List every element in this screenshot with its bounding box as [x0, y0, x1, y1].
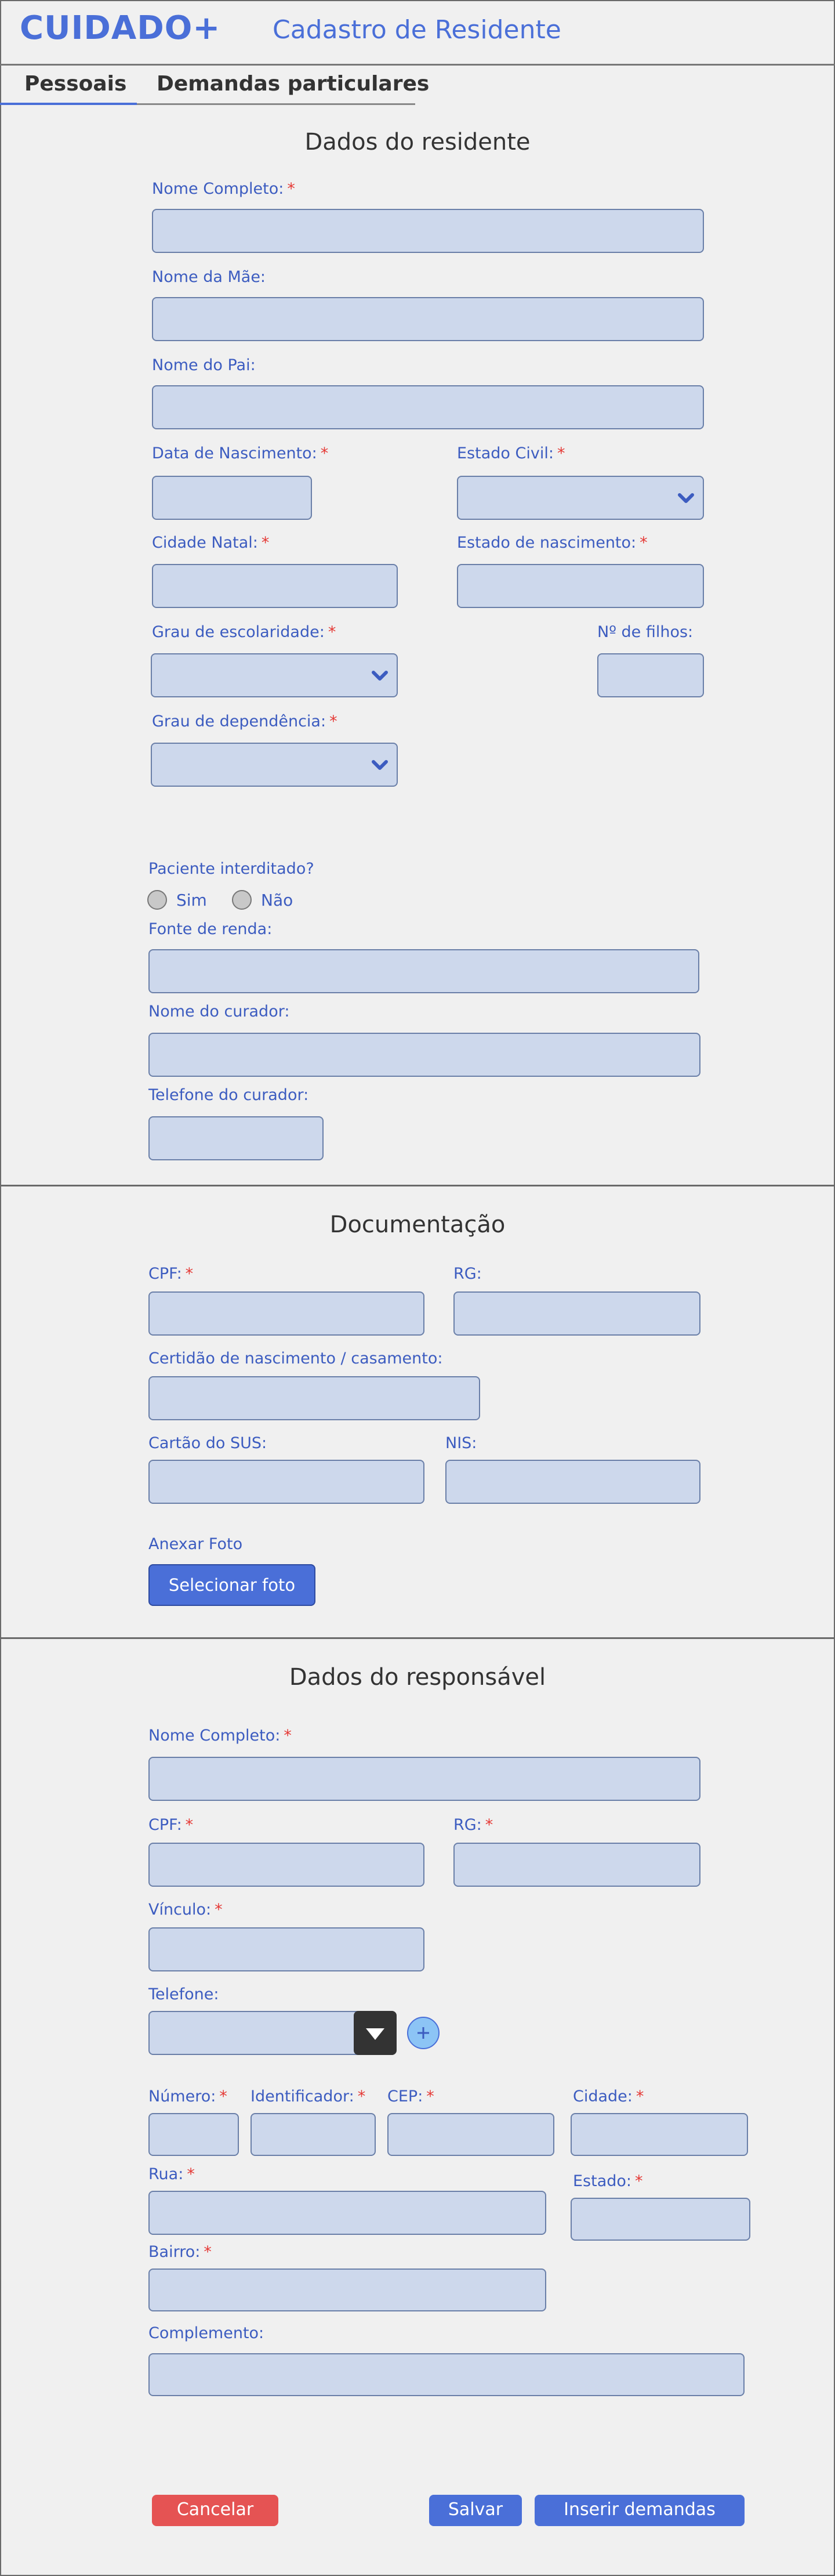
label-cep: CEP: * — [387, 2087, 434, 2105]
label-rua: Rua: * — [148, 2165, 195, 2183]
app-logo: CUIDADO+ — [20, 9, 221, 47]
nis-input[interactable] — [445, 1460, 700, 1504]
label-fonte-renda: Fonte de renda: — [148, 920, 273, 938]
chevron-down-icon — [372, 760, 388, 770]
chevron-down-icon — [372, 671, 388, 681]
grau-escolaridade-select[interactable] — [151, 653, 398, 697]
label-nome-completo: Nome Completo: * — [152, 180, 295, 198]
label-certidao: Certidão de nascimento / casamento: — [148, 1349, 443, 1367]
label-nome-pai: Nome do Pai: — [152, 356, 256, 374]
radio-sim-label: Sim — [176, 891, 207, 910]
grau-dependencia-select[interactable] — [151, 743, 398, 787]
label-telefone: Telefone: — [148, 1985, 219, 2003]
save-button[interactable]: Salvar — [429, 2495, 522, 2526]
header-divider — [0, 64, 835, 66]
cidade-natal-input[interactable] — [152, 564, 398, 608]
label-vinculo: Vínculo: * — [148, 1901, 223, 1919]
nome-mae-input[interactable] — [152, 297, 704, 341]
rg-input[interactable] — [453, 1291, 700, 1336]
chevron-down-icon — [678, 493, 694, 503]
telefone-curador-input[interactable] — [148, 1116, 324, 1160]
label-cidade-natal: Cidade Natal: * — [152, 534, 270, 552]
cpf-input[interactable] — [148, 1291, 424, 1336]
bairro-input[interactable] — [148, 2269, 546, 2311]
label-numero: Número: * — [148, 2087, 227, 2105]
cidade-input[interactable] — [571, 2113, 748, 2156]
label-paciente-interditado: Paciente interditado? — [148, 860, 314, 878]
label-cartao-sus: Cartão do SUS: — [148, 1434, 267, 1452]
tab-pessoais[interactable]: Pessoais — [24, 72, 126, 96]
certidao-input[interactable] — [148, 1376, 480, 1420]
label-estado: Estado: * — [573, 2172, 643, 2190]
estado-civil-select[interactable] — [457, 476, 704, 520]
label-cpf: CPF: * — [148, 1265, 194, 1283]
label-estado-nascimento: Estado de nascimento: * — [457, 534, 648, 552]
nome-completo-input[interactable] — [152, 209, 704, 253]
label-telefone-curador: Telefone do curador: — [148, 1086, 309, 1104]
page-title: Cadastro de Residente — [273, 15, 561, 45]
section-title-residente: Dados do residente — [304, 129, 531, 155]
label-nome-curador: Nome do curador: — [148, 1003, 290, 1021]
label-estado-civil: Estado Civil: * — [457, 444, 565, 462]
identificador-input[interactable] — [251, 2113, 376, 2156]
vinculo-input[interactable] — [148, 1927, 424, 1971]
caret-down-icon — [366, 2028, 384, 2040]
label-complemento: Complemento: — [148, 2324, 264, 2342]
numero-input[interactable] — [148, 2113, 239, 2156]
label-resp-cpf: CPF: * — [148, 1816, 194, 1834]
radio-nao-label: Não — [261, 891, 293, 910]
num-filhos-input[interactable] — [597, 653, 704, 697]
cancel-button[interactable]: Cancelar — [152, 2495, 278, 2526]
estado-input[interactable] — [571, 2198, 750, 2241]
label-resp-nome-completo: Nome Completo: * — [148, 1727, 292, 1745]
estado-nascimento-input[interactable] — [457, 564, 704, 608]
resp-nome-completo-input[interactable] — [148, 1757, 700, 1801]
label-anexar-foto: Anexar Foto — [148, 1535, 243, 1553]
radio-sim[interactable] — [147, 890, 167, 910]
selecionar-foto-button[interactable]: Selecionar foto — [148, 1564, 315, 1606]
section-divider — [0, 1185, 835, 1186]
insert-demands-button[interactable]: Inserir demandas — [535, 2495, 745, 2526]
plus-icon — [418, 2027, 429, 2039]
label-nis: NIS: — [445, 1434, 477, 1452]
data-nascimento-input[interactable] — [152, 476, 312, 520]
section-divider — [0, 1637, 835, 1639]
cep-input[interactable] — [387, 2113, 554, 2156]
section-title-responsavel: Dados do responsável — [289, 1664, 546, 1691]
label-data-nascimento: Data de Nascimento: * — [152, 444, 329, 462]
tab-demandas-particulares[interactable]: Demandas particulares — [157, 72, 429, 96]
label-grau-escolaridade: Grau de escolaridade: * — [152, 623, 336, 641]
complemento-input[interactable] — [148, 2353, 745, 2396]
add-telefone-button[interactable] — [407, 2017, 440, 2049]
resp-rg-input[interactable] — [453, 1843, 700, 1887]
section-title-documentacao: Documentação — [329, 1211, 506, 1238]
tab-active-indicator — [0, 103, 137, 105]
label-grau-dependencia: Grau de dependência: * — [152, 712, 337, 730]
radio-nao[interactable] — [232, 890, 252, 910]
nome-curador-input[interactable] — [148, 1033, 700, 1077]
fonte-renda-input[interactable] — [148, 949, 699, 993]
label-resp-rg: RG: * — [453, 1816, 493, 1834]
nome-pai-input[interactable] — [152, 385, 704, 429]
cartao-sus-input[interactable] — [148, 1460, 424, 1504]
resp-cpf-input[interactable] — [148, 1843, 424, 1887]
label-rg: RG: — [453, 1265, 482, 1283]
rua-input[interactable] — [148, 2191, 546, 2235]
label-num-filhos: Nº de filhos: — [597, 623, 694, 641]
label-cidade: Cidade: * — [573, 2087, 644, 2105]
label-bairro: Bairro: * — [148, 2243, 212, 2261]
telefone-input[interactable] — [148, 2011, 373, 2055]
label-nome-mae: Nome da Mãe: — [152, 268, 266, 286]
label-identificador: Identificador: * — [251, 2087, 366, 2105]
telefone-type-dropdown[interactable] — [354, 2011, 397, 2055]
